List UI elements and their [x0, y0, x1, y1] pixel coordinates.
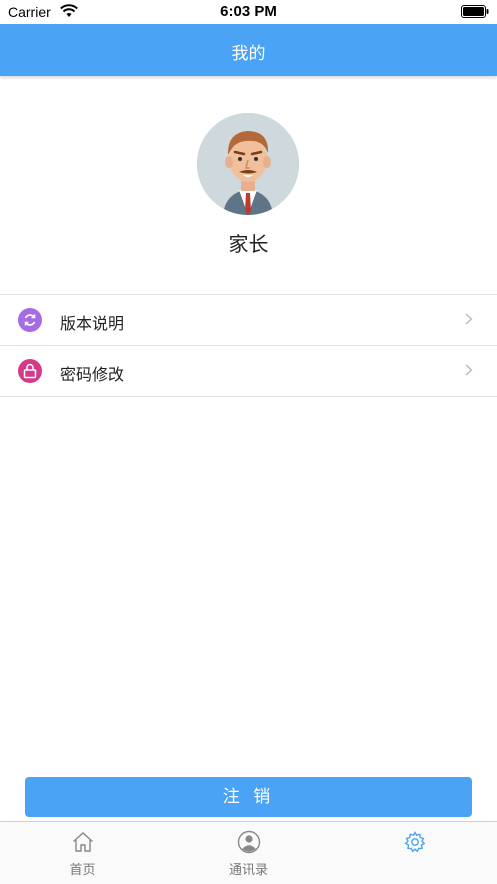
menu-item-label: 版本说明	[60, 314, 125, 333]
tab-bar: 首页 通讯录	[0, 821, 497, 884]
tab-home[interactable]: 首页	[0, 822, 165, 884]
tab-settings[interactable]	[332, 822, 497, 884]
lock-icon	[18, 359, 42, 383]
avatar[interactable]	[197, 113, 299, 215]
page-title: 我的	[231, 44, 266, 64]
tab-contacts[interactable]: 通讯录	[166, 822, 331, 884]
clock: 6:03 PM	[220, 3, 277, 20]
navigation-bar: 我的	[0, 24, 497, 76]
tab-label: 首页	[69, 863, 96, 878]
username: 家长	[228, 232, 269, 256]
avatar-illustration	[197, 113, 299, 215]
refresh-icon	[18, 308, 42, 332]
menu-item-version-info[interactable]: 版本说明	[0, 295, 497, 346]
settings-menu: 版本说明 密码修改	[0, 294, 497, 397]
chevron-right-icon	[465, 364, 473, 376]
home-icon	[72, 832, 93, 852]
chevron-right-icon	[465, 313, 473, 325]
menu-item-change-password[interactable]: 密码修改	[0, 346, 497, 397]
logout-button[interactable]: 注 销	[25, 777, 472, 817]
battery-icon	[461, 5, 489, 18]
menu-item-label: 密码修改	[60, 365, 125, 384]
status-bar: Carrier 6:03 PM	[0, 0, 497, 24]
contacts-icon	[237, 830, 260, 854]
tab-label: 通讯录	[228, 863, 268, 878]
settings-icon	[404, 831, 425, 853]
